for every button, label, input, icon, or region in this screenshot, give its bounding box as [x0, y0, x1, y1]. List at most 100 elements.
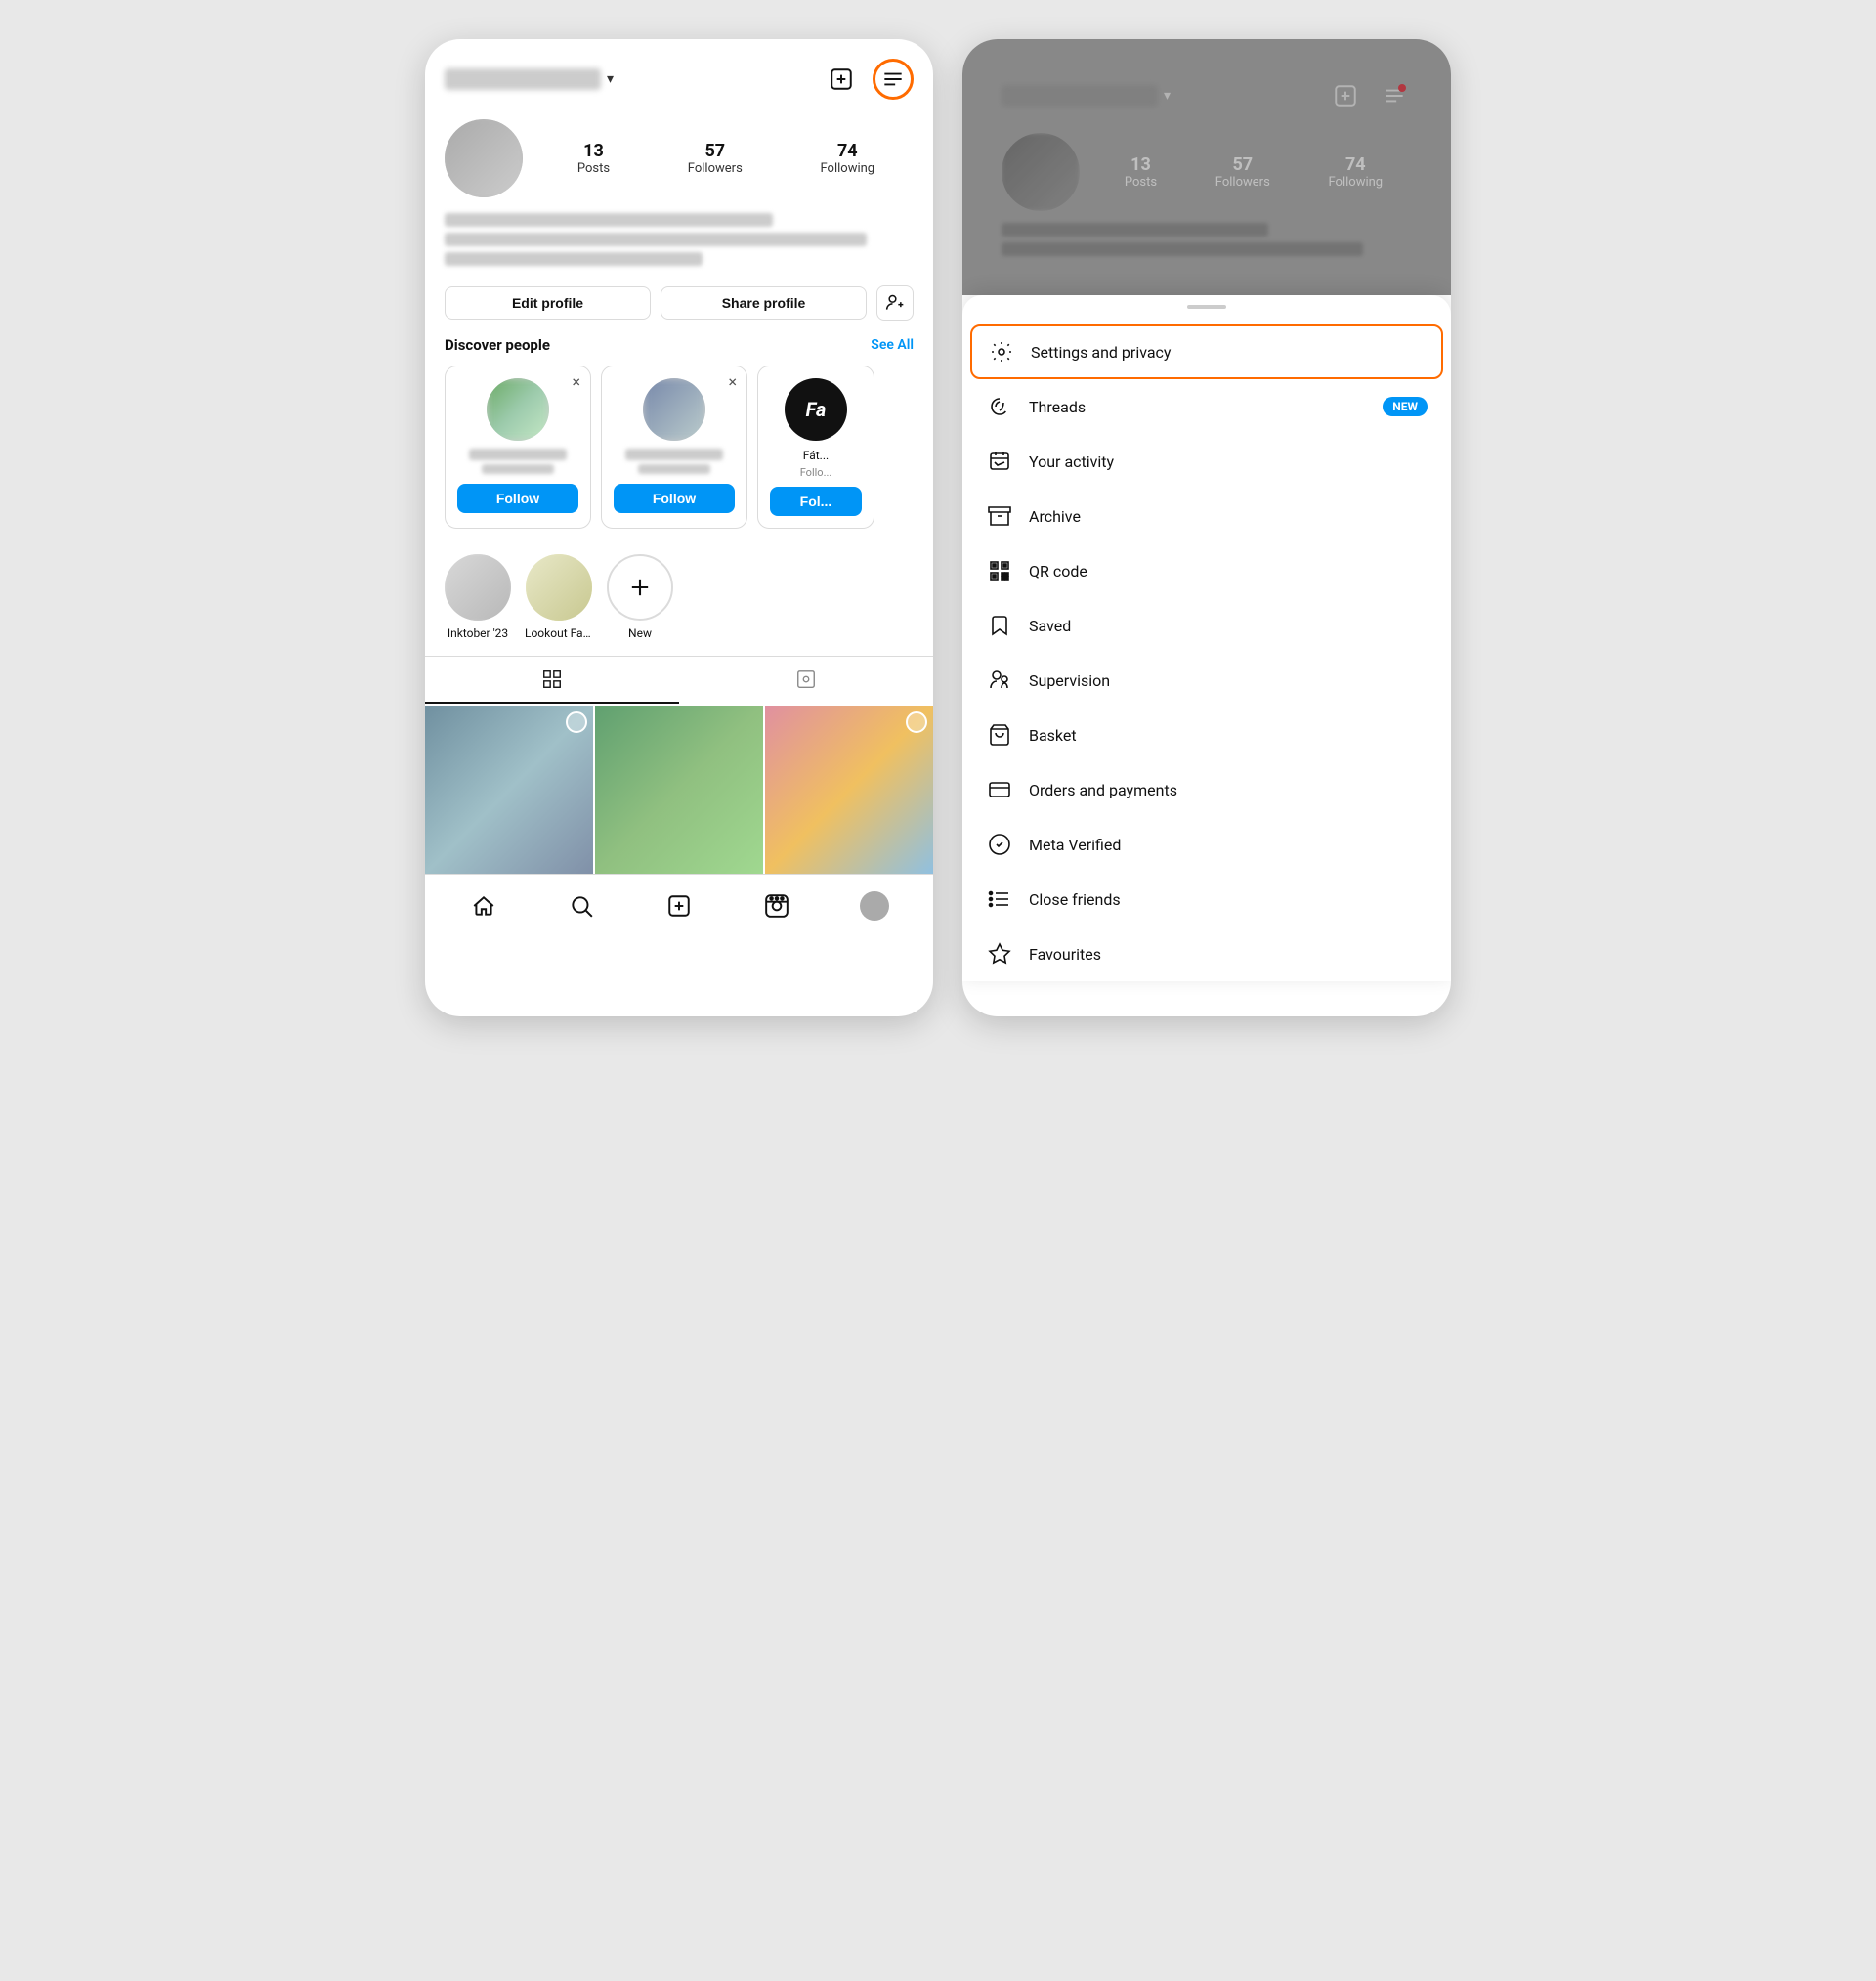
discover-cards: × Follow × Follow [445, 366, 914, 529]
add-story-circle[interactable] [607, 554, 673, 621]
bio-line-2 [445, 233, 867, 246]
select-indicator-1 [566, 711, 587, 733]
username-area[interactable]: ▾ [445, 68, 614, 90]
followers-stat[interactable]: 57 Followers [688, 141, 743, 176]
close-card-2-button[interactable]: × [728, 374, 737, 390]
activity-label: Your activity [1029, 452, 1428, 471]
sheet-handle [1187, 305, 1226, 309]
right-avatar [1002, 133, 1080, 211]
stories-section: Inktober '23 Lookout Fair '... New [425, 544, 933, 656]
profile-bg-section: ▾ [962, 39, 1451, 295]
blurred-profile-area: ▾ [982, 59, 1431, 276]
story-item-new[interactable]: New [607, 554, 673, 640]
activity-icon [986, 448, 1013, 475]
right-phone: ▾ [962, 39, 1451, 1016]
right-following-label: Following [1329, 175, 1384, 190]
story-circle-1 [445, 554, 511, 621]
menu-item-basket[interactable]: Basket [962, 708, 1451, 762]
tab-grid[interactable] [425, 657, 679, 704]
chevron-down-icon: ▾ [607, 71, 614, 87]
saved-icon [986, 612, 1013, 639]
posts-label: Posts [577, 161, 610, 176]
follow-button-1[interactable]: Follow [457, 484, 578, 513]
nav-profile-button[interactable] [855, 886, 894, 926]
profile-buttons: Edit profile Share profile [425, 285, 933, 336]
card-2-avatar [643, 378, 705, 441]
right-stats: 13 Posts 57 Followers 74 Following [1095, 154, 1412, 190]
card-1-avatar [487, 378, 549, 441]
nav-add-button[interactable] [660, 886, 699, 926]
right-followers-count: 57 [1232, 154, 1253, 175]
qrcode-label: QR code [1029, 562, 1428, 581]
right-followers-label: Followers [1215, 175, 1270, 190]
meta-icon [986, 831, 1013, 858]
card-2-name [625, 449, 722, 460]
top-bar: ▾ [425, 39, 933, 109]
follow-button-3[interactable]: Fol... [770, 487, 862, 516]
share-profile-button[interactable]: Share profile [661, 286, 867, 320]
followers-label: Followers [688, 161, 743, 176]
edit-profile-button[interactable]: Edit profile [445, 286, 651, 320]
menu-button[interactable] [873, 59, 914, 100]
menu-item-friends[interactable]: Close friends [962, 872, 1451, 926]
supervision-icon [986, 667, 1013, 694]
right-menu-button[interactable] [1377, 78, 1412, 113]
favourites-label: Favourites [1029, 945, 1428, 964]
menu-item-saved[interactable]: Saved [962, 598, 1451, 653]
close-card-1-button[interactable]: × [572, 374, 580, 390]
friends-icon [986, 885, 1013, 913]
right-top-bar: ▾ [982, 59, 1431, 123]
discover-title: Discover people [445, 336, 550, 354]
bio-area [425, 213, 933, 285]
nav-reels-button[interactable] [757, 886, 796, 926]
right-add-post-button[interactable] [1328, 78, 1363, 113]
see-all-button[interactable]: See All [871, 337, 914, 353]
menu-item-orders[interactable]: Orders and payments [962, 762, 1451, 817]
right-posts-stat: 13 Posts [1125, 154, 1157, 190]
saved-label: Saved [1029, 617, 1428, 635]
supervision-label: Supervision [1029, 671, 1428, 690]
following-stat[interactable]: 74 Following [821, 141, 875, 176]
bio-line-3 [445, 252, 703, 266]
bottom-sheet: Settings and privacy Threads NEW [962, 295, 1451, 981]
basket-icon [986, 721, 1013, 749]
menu-item-qrcode[interactable]: QR code [962, 543, 1451, 598]
menu-item-threads[interactable]: Threads NEW [962, 379, 1451, 434]
menu-item-meta[interactable]: Meta Verified [962, 817, 1451, 872]
nav-home-button[interactable] [464, 886, 503, 926]
post-thumb-1[interactable] [425, 706, 593, 874]
menu-item-supervision[interactable]: Supervision [962, 653, 1451, 708]
settings-icon [988, 338, 1015, 366]
post-thumb-3[interactable] [765, 706, 933, 874]
card-2-sub [638, 464, 710, 474]
right-bio-area [982, 223, 1431, 276]
friends-label: Close friends [1029, 890, 1428, 909]
discover-header: Discover people See All [445, 336, 914, 354]
menu-item-favourites[interactable]: Favourites [962, 926, 1451, 981]
discover-card-3: Fa Fát... Follo... Fol... [757, 366, 874, 529]
threads-icon [986, 393, 1013, 420]
follow-button-2[interactable]: Follow [614, 484, 735, 513]
right-profile-section: 13 Posts 57 Followers 74 Following [982, 123, 1431, 211]
profile-section: 13 Posts 57 Followers 74 Following [425, 109, 933, 213]
right-chevron-icon: ▾ [1164, 88, 1171, 104]
posts-stat[interactable]: 13 Posts [577, 141, 610, 176]
post-thumb-2[interactable] [595, 706, 763, 874]
select-indicator-3 [906, 711, 927, 733]
nav-search-button[interactable] [562, 886, 601, 926]
threads-label: Threads [1029, 398, 1367, 416]
story-label-2: Lookout Fair '... [525, 626, 593, 640]
story-item-2[interactable]: Lookout Fair '... [525, 554, 593, 640]
notification-dot [1398, 84, 1406, 92]
bottom-nav [425, 874, 933, 945]
add-post-button[interactable] [824, 62, 859, 97]
menu-item-activity[interactable]: Your activity [962, 434, 1451, 489]
add-friend-button[interactable] [876, 285, 914, 321]
tab-tagged[interactable] [679, 657, 933, 704]
followers-count: 57 [704, 141, 725, 161]
discover-card-1: × Follow [445, 366, 591, 529]
story-item-1[interactable]: Inktober '23 [445, 554, 511, 640]
menu-item-settings[interactable]: Settings and privacy [970, 324, 1443, 379]
menu-item-archive[interactable]: Archive [962, 489, 1451, 543]
username-blur [445, 68, 601, 90]
